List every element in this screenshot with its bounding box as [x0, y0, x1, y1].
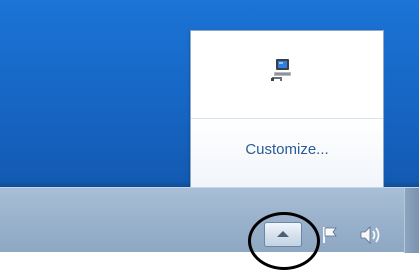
network-computer-icon[interactable]	[269, 57, 295, 83]
hidden-icons-area	[191, 31, 383, 118]
show-desktop-edge[interactable]	[404, 188, 419, 253]
notification-overflow-popup: Customize...	[190, 30, 384, 188]
customize-link[interactable]: Customize...	[191, 141, 383, 158]
customize-section: Customize...	[191, 119, 383, 188]
action-center-flag-icon[interactable]	[321, 226, 343, 244]
highlight-circle-annotation	[248, 212, 320, 270]
volume-speaker-icon[interactable]	[357, 224, 383, 246]
taskbar	[0, 187, 419, 270]
